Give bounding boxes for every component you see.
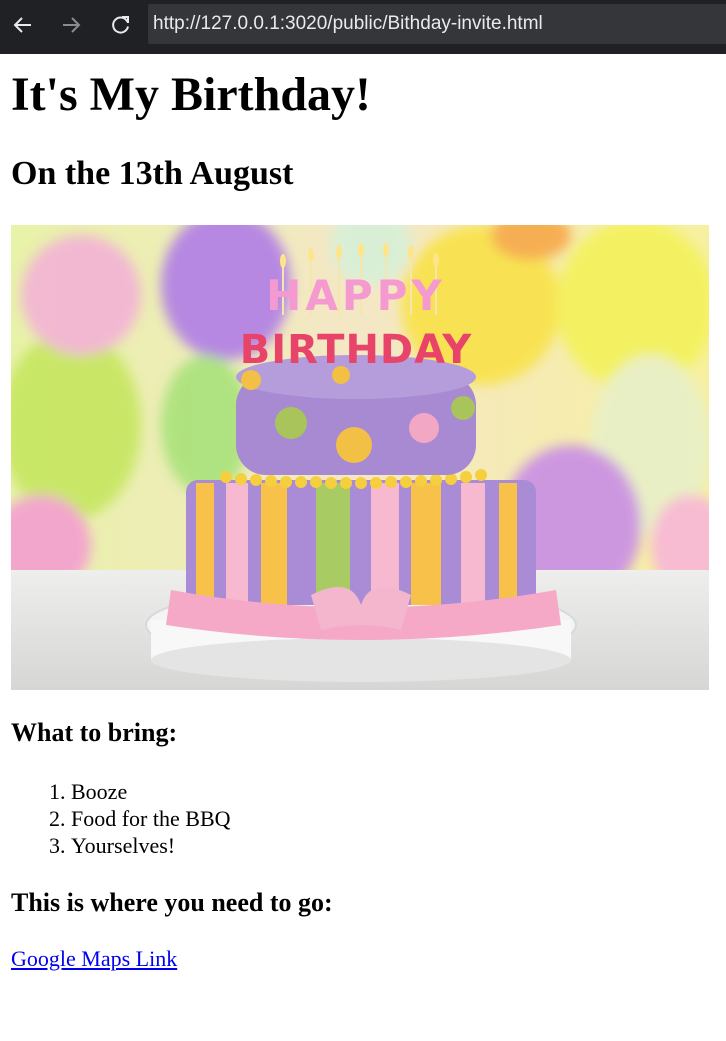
forward-button[interactable] bbox=[55, 8, 87, 42]
back-button[interactable] bbox=[7, 8, 39, 42]
birthday-cake-image: HAPPY BIRTHDAY bbox=[11, 225, 709, 690]
bring-list: Booze Food for the BBQ Yourselves! bbox=[0, 778, 231, 859]
reload-icon bbox=[112, 16, 129, 34]
list-item: Yourselves! bbox=[71, 832, 231, 859]
cake-text-birthday: BIRTHDAY bbox=[240, 327, 472, 373]
where-heading: This is where you need to go: bbox=[11, 888, 333, 917]
list-item: Booze bbox=[71, 778, 231, 805]
page-subtitle: On the 13th August bbox=[11, 155, 294, 192]
arrow-right-icon bbox=[63, 17, 81, 33]
browser-toolbar: http://127.0.0.1:3020/public/Bithday-inv… bbox=[0, 0, 726, 54]
bring-heading: What to bring: bbox=[11, 718, 178, 747]
url-text: http://127.0.0.1:3020/public/Bithday-inv… bbox=[153, 13, 543, 34]
list-item: Food for the BBQ bbox=[71, 805, 231, 832]
cake-text-happy: HAPPY bbox=[266, 271, 446, 320]
page-title: It's My Birthday! bbox=[11, 68, 371, 121]
reload-button[interactable] bbox=[105, 8, 137, 42]
google-maps-link[interactable]: Google Maps Link bbox=[11, 946, 177, 972]
arrow-left-icon bbox=[13, 17, 31, 33]
address-bar[interactable]: http://127.0.0.1:3020/public/Bithday-inv… bbox=[148, 4, 726, 44]
